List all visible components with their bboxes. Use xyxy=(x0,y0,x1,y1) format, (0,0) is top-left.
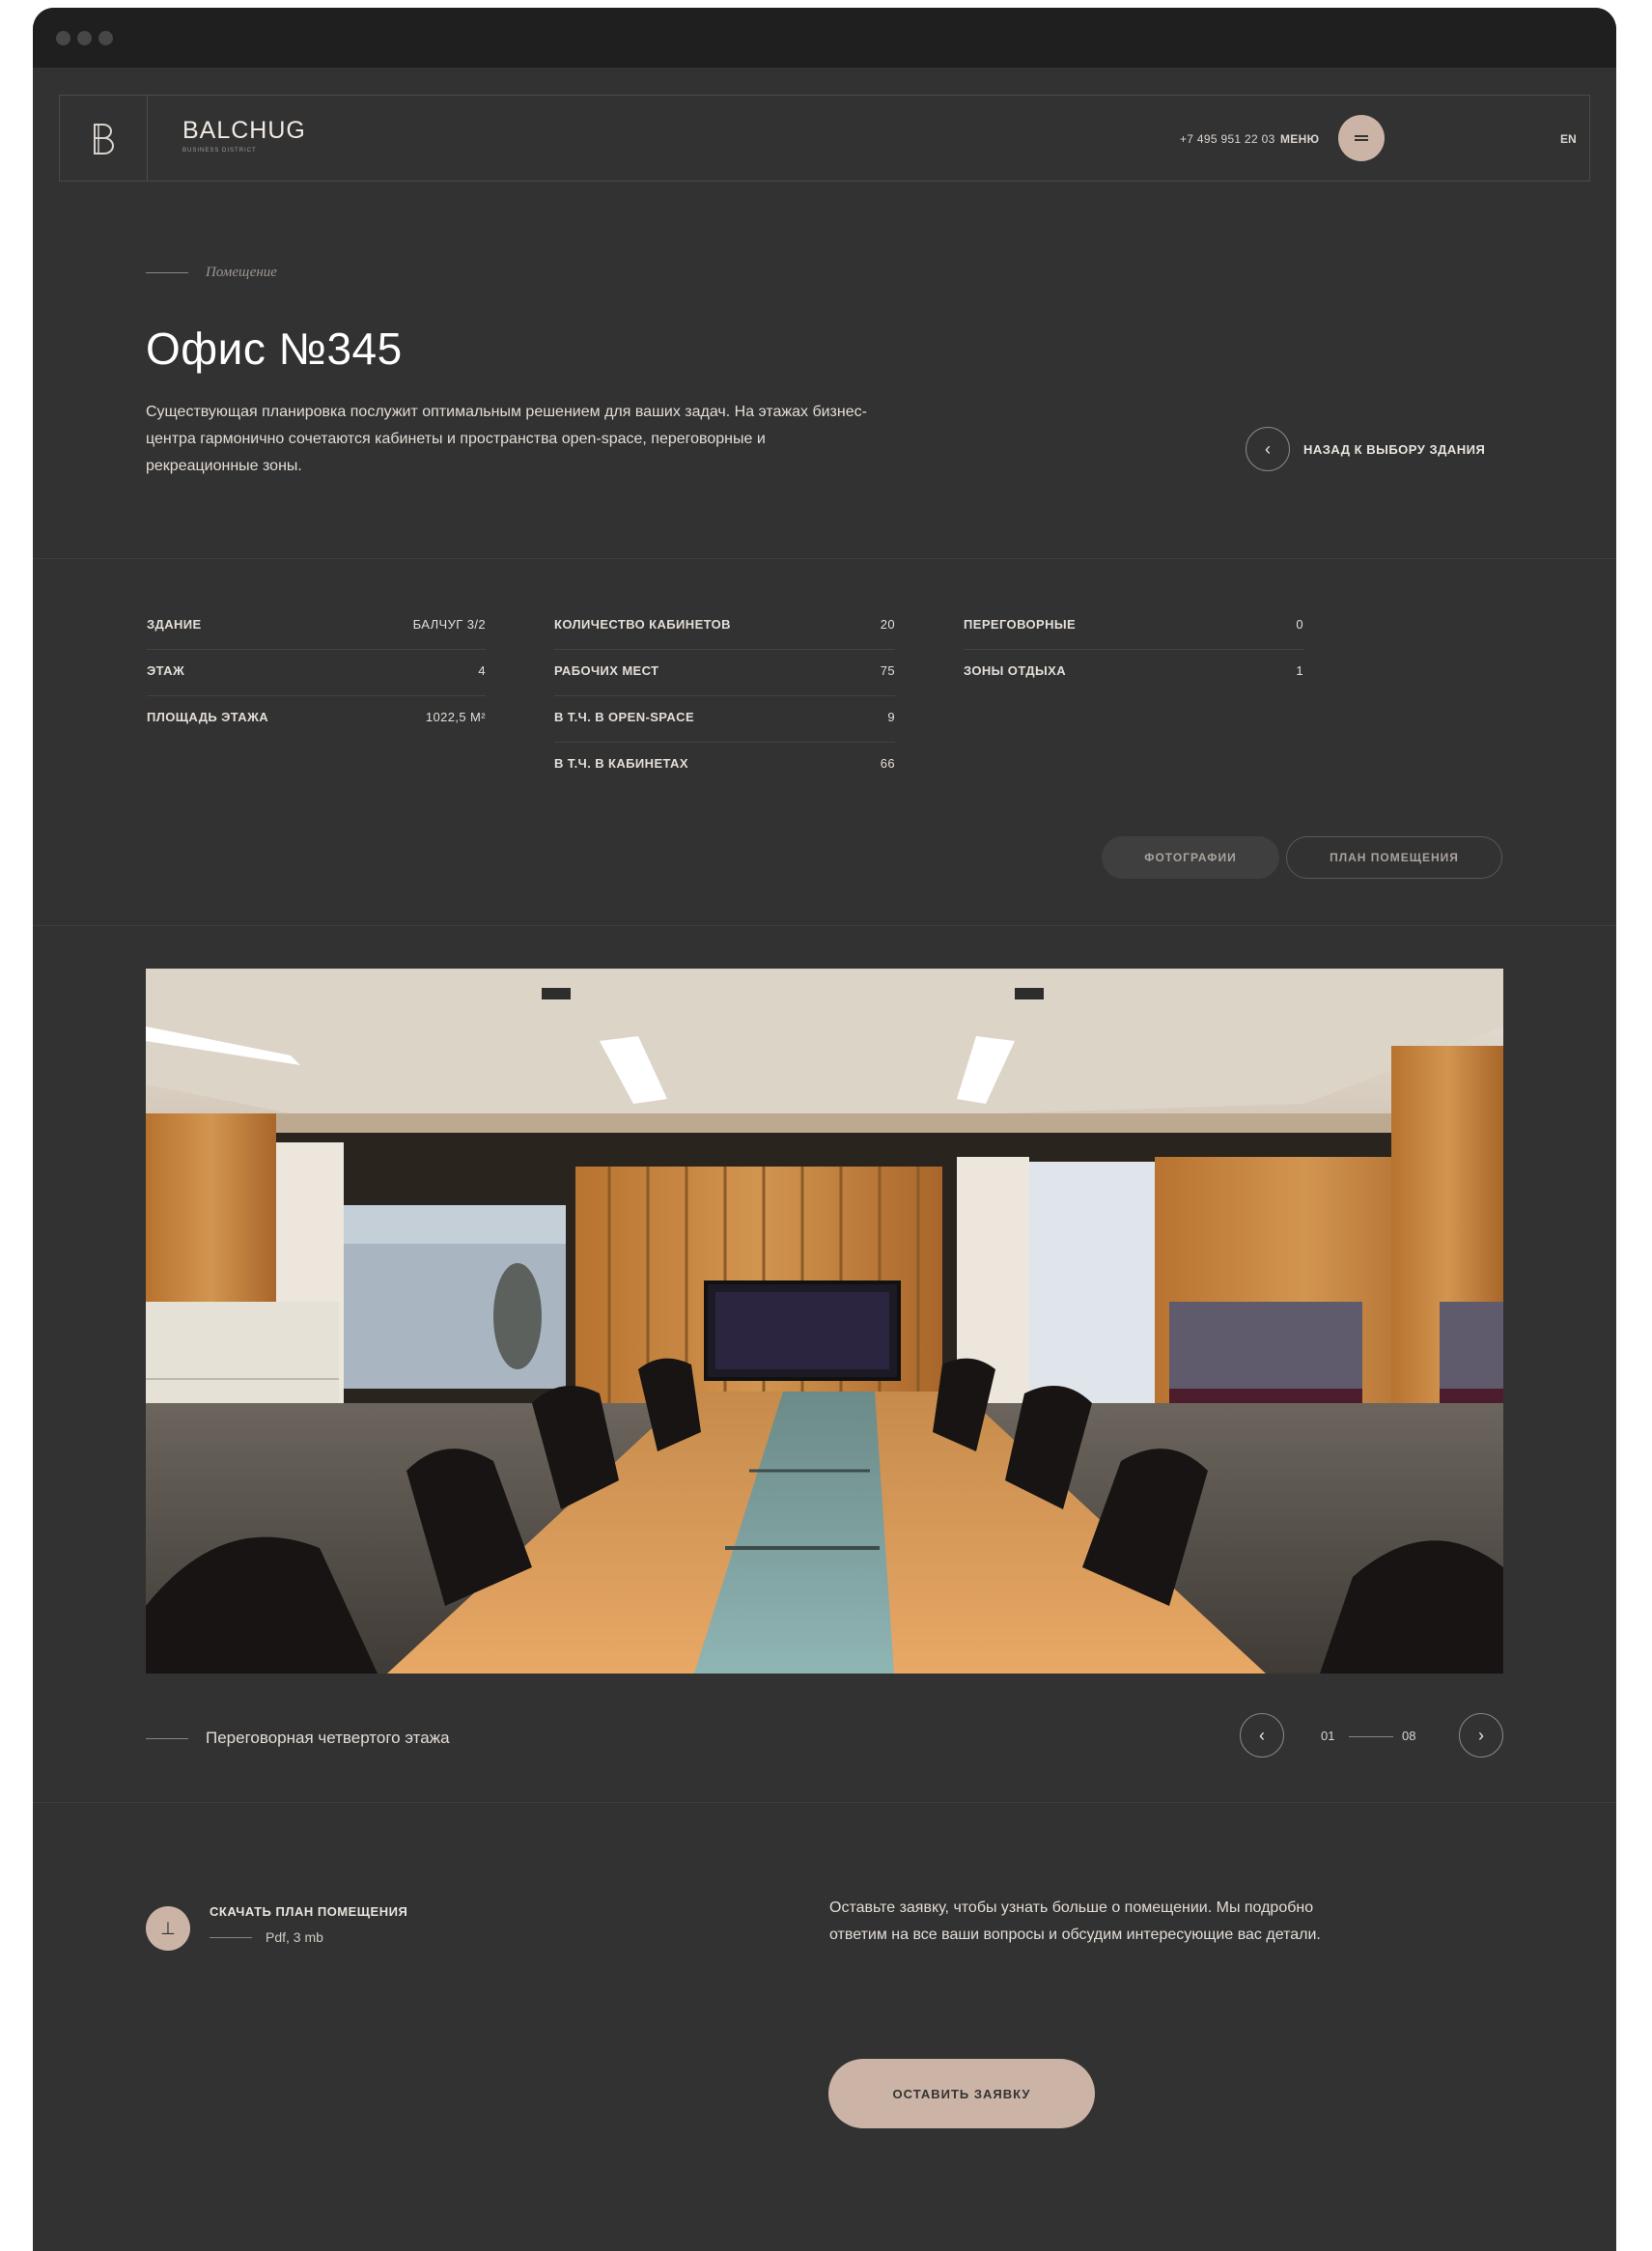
site-header: BALCHUG BUSINESS DISTRICT +7 495 951 22 … xyxy=(59,95,1590,182)
download-plan-link[interactable]: СКАЧАТЬ ПЛАН ПОМЕЩЕНИЯ xyxy=(210,1904,407,1919)
window-maximize-dot[interactable] xyxy=(98,31,113,45)
menu-button[interactable] xyxy=(1338,115,1385,161)
language-switch[interactable]: EN xyxy=(1560,132,1577,146)
gallery-next-button[interactable]: › xyxy=(1459,1713,1503,1758)
stat-value: 0 xyxy=(1296,617,1303,632)
gallery-pager: ‹ 01 08 › xyxy=(1240,1713,1503,1759)
divider-line xyxy=(146,272,188,273)
stats-column-zones: ПЕРЕГОВОРНЫЕ 0 ЗОНЫ ОТДЫХА 1 xyxy=(964,604,1303,696)
page-description: Существующая планировка послужит оптимал… xyxy=(146,404,867,474)
balchug-logo-icon xyxy=(94,124,114,155)
back-label: НАЗАД К ВЫБОРУ ЗДАНИЯ xyxy=(1303,441,1486,457)
divider-line xyxy=(146,1737,188,1739)
menu-label[interactable]: МЕНЮ xyxy=(1280,132,1319,146)
section-label: Помещение xyxy=(206,265,277,280)
stat-key: В Т.Ч. В OPEN-SPACE xyxy=(554,710,695,724)
gallery-caption: Переговорная четвертого этажа xyxy=(146,1729,450,1748)
phone-link[interactable]: +7 495 951 22 03 xyxy=(1180,132,1275,146)
request-description: Оставьте заявку, чтобы узнать больше о п… xyxy=(829,1899,1321,1943)
stat-key: ПЕРЕГОВОРНЫЕ xyxy=(964,617,1077,632)
section-divider xyxy=(33,558,1616,559)
stat-row: ЗДАНИЕ БАЛЧУГ 3/2 xyxy=(147,604,486,650)
stat-row: В Т.Ч. В КАБИНЕТАХ 66 xyxy=(554,743,895,789)
stat-key: КОЛИЧЕСТВО КАБИНЕТОВ xyxy=(554,617,731,632)
stat-row: В Т.Ч. В OPEN-SPACE 9 xyxy=(554,696,895,743)
stats-column-building: ЗДАНИЕ БАЛЧУГ 3/2 ЭТАЖ 4 ПЛОЩАДЬ ЭТАЖА 1022… xyxy=(147,604,486,743)
stat-row: КОЛИЧЕСТВО КАБИНЕТОВ 20 xyxy=(554,604,895,650)
chevron-right-icon: › xyxy=(1478,1725,1484,1745)
stat-row: ПЛОЩАДЬ ЭТАЖА 1022,5 М² xyxy=(147,696,486,743)
logo-link[interactable] xyxy=(60,96,148,181)
window-titlebar xyxy=(33,8,1616,68)
tab-floor-plan[interactable]: ПЛАН ПОМЕЩЕНИЯ xyxy=(1286,836,1502,879)
window-close-dot[interactable] xyxy=(56,31,70,45)
gallery-total-count: 08 xyxy=(1402,1729,1416,1743)
brand[interactable]: BALCHUG BUSINESS DISTRICT xyxy=(182,117,306,155)
stat-row: ЭТАЖ 4 xyxy=(147,650,486,696)
section-divider xyxy=(33,925,1616,926)
divider-line xyxy=(210,1936,252,1938)
stat-key: ЗДАНИЕ xyxy=(147,617,202,632)
meeting-room-photo xyxy=(146,969,1503,1674)
stat-row: ЗОНЫ ОТДЫХА 1 xyxy=(964,650,1303,696)
stat-row: ПЕРЕГОВОРНЫЕ 0 xyxy=(964,604,1303,650)
stat-key: РАБОЧИХ МЕСТ xyxy=(554,663,659,678)
stat-value: 1022,5 М² xyxy=(425,710,486,724)
browser-window: BALCHUG BUSINESS DISTRICT +7 495 951 22 … xyxy=(33,8,1616,2251)
stat-value: 20 xyxy=(880,617,895,632)
chevron-left-icon: ‹ xyxy=(1246,427,1290,471)
download-icon: ⊥ xyxy=(160,1918,176,1938)
back-to-buildings-link[interactable]: ‹ НАЗАД К ВЫБОРУ ЗДАНИЯ xyxy=(1246,427,1485,471)
stat-value: 1 xyxy=(1296,663,1303,678)
window-minimize-dot[interactable] xyxy=(77,31,92,45)
stat-value: 9 xyxy=(887,710,895,724)
download-button[interactable]: ⊥ xyxy=(146,1906,190,1951)
section-breadcrumb: Помещение xyxy=(146,265,277,281)
stat-value: 75 xyxy=(880,663,895,678)
gallery-photo[interactable] xyxy=(146,969,1503,1674)
brand-subtitle: BUSINESS DISTRICT xyxy=(182,148,257,154)
chevron-left-icon: ‹ xyxy=(1259,1725,1265,1745)
stat-value: 4 xyxy=(478,663,486,678)
hamburger-icon xyxy=(1355,133,1368,143)
submit-request-button[interactable]: ОСТАВИТЬ ЗАЯВКУ xyxy=(828,2059,1095,2128)
pager-line xyxy=(1349,1736,1393,1737)
stat-key: В Т.Ч. В КАБИНЕТАХ xyxy=(554,756,688,771)
file-info: Pdf, 3 mb xyxy=(266,1929,323,1945)
stat-key: ЭТАЖ xyxy=(147,663,185,678)
stat-value: БАЛЧУГ 3/2 xyxy=(412,617,486,632)
gallery-prev-button[interactable]: ‹ xyxy=(1240,1713,1284,1758)
page-title: Офис №345 xyxy=(146,324,403,374)
gallery-current-index: 01 xyxy=(1321,1729,1335,1743)
brand-name: BALCHUG xyxy=(182,117,306,144)
section-divider xyxy=(33,1802,1616,1803)
tab-photos[interactable]: ФОТОГРАФИИ xyxy=(1102,836,1279,879)
photo-caption: Переговорная четвертого этажа xyxy=(206,1729,450,1747)
stats-column-workplaces: КОЛИЧЕСТВО КАБИНЕТОВ 20 РАБОЧИХ МЕСТ 75 В … xyxy=(554,604,895,789)
stat-value: 66 xyxy=(880,756,895,771)
stat-row: РАБОЧИХ МЕСТ 75 xyxy=(554,650,895,696)
stat-key: ПЛОЩАДЬ ЭТАЖА xyxy=(147,710,269,724)
stat-key: ЗОНЫ ОТДЫХА xyxy=(964,663,1066,678)
download-meta: Pdf, 3 mb xyxy=(210,1929,323,1945)
